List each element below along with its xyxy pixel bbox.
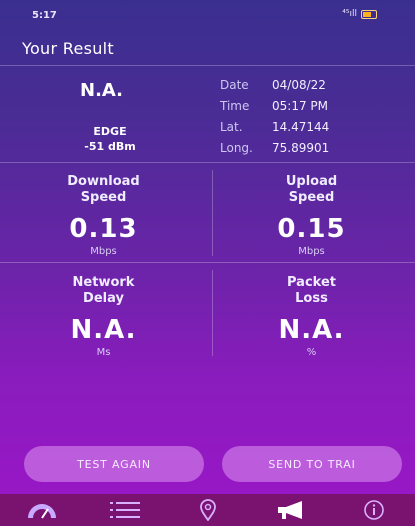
detail-row-lat: Lat. 14.47144	[220, 120, 329, 141]
signal-icon: ⁴⁵ıll	[342, 9, 357, 19]
detail-value: 14.47144	[272, 120, 330, 134]
detail-value: 75.89901	[272, 141, 330, 155]
info-icon[interactable]	[352, 496, 396, 524]
detail-key: Date	[220, 78, 249, 92]
send-to-trai-button[interactable]: SEND TO TRAI	[222, 446, 402, 482]
operator-name: N.A.	[80, 80, 124, 101]
metric-label-line: Download	[67, 174, 140, 189]
metric-label-line: Speed	[80, 190, 127, 205]
divider	[212, 270, 213, 356]
metric-label: Upload Speed	[208, 174, 415, 206]
page-title: Your Result	[22, 39, 114, 58]
packet-loss-card: Packet Loss N.A. %	[208, 263, 415, 363]
status-icons: ⁴⁵ıll	[342, 9, 377, 19]
metric-label: Download Speed	[0, 174, 207, 206]
upload-speed-card: Upload Speed 0.15 Mbps	[208, 162, 415, 262]
status-time: 5:17	[32, 10, 57, 21]
detail-key: Lat.	[220, 120, 243, 134]
detail-row-time: Time 05:17 PM	[220, 99, 329, 120]
upload-unit: Mbps	[298, 246, 325, 257]
list-icon[interactable]	[103, 496, 147, 524]
metric-label-line: Packet	[287, 275, 336, 290]
battery-icon	[361, 9, 377, 19]
download-value: 0.13	[69, 214, 138, 244]
detail-key: Time	[220, 99, 250, 113]
detail-value: 04/08/22	[272, 78, 326, 92]
metric-label-line: Loss	[295, 291, 328, 306]
signal-strength: -51 dBm	[84, 140, 136, 153]
metric-label-line: Speed	[288, 190, 335, 205]
test-again-button[interactable]: TEST AGAIN	[24, 446, 204, 482]
location-pin-icon[interactable]	[186, 496, 230, 524]
metric-label: Packet Loss	[208, 275, 415, 307]
detail-value: 05:17 PM	[272, 99, 328, 113]
download-unit: Mbps	[90, 246, 117, 257]
loss-unit: %	[306, 347, 317, 358]
delay-value: N.A.	[70, 315, 137, 345]
metric-label: Network Delay	[0, 275, 207, 307]
test-details: Date 04/08/22 Time 05:17 PM Lat. 14.4714…	[220, 78, 329, 162]
metric-label-line: Delay	[83, 291, 124, 306]
metric-label-line: Upload	[285, 174, 338, 189]
network-technology: EDGE	[93, 125, 127, 138]
divider	[212, 170, 213, 256]
detail-key: Long.	[220, 141, 253, 155]
network-info: EDGE -51 dBm	[80, 124, 140, 154]
metric-label-line: Network	[72, 275, 135, 290]
detail-row-long: Long. 75.89901	[220, 141, 329, 162]
bottom-nav	[0, 494, 415, 526]
status-bar: 5:17 ⁴⁵ıll	[0, 0, 415, 30]
loss-value: N.A.	[278, 315, 345, 345]
download-speed-card: Download Speed 0.13 Mbps	[0, 162, 207, 262]
result-summary: N.A. EDGE -51 dBm Date 04/08/22 Time 05:…	[0, 66, 415, 163]
delay-unit: Ms	[96, 347, 111, 358]
header: Your Result	[0, 30, 415, 66]
speedometer-icon[interactable]	[20, 496, 64, 524]
megaphone-icon[interactable]	[269, 496, 313, 524]
result-screen: 5:17 ⁴⁵ıll Your Result N.A. EDGE -51 dBm…	[0, 0, 415, 526]
upload-value: 0.15	[277, 214, 346, 244]
network-delay-card: Network Delay N.A. Ms	[0, 263, 207, 363]
detail-row-date: Date 04/08/22	[220, 78, 329, 99]
